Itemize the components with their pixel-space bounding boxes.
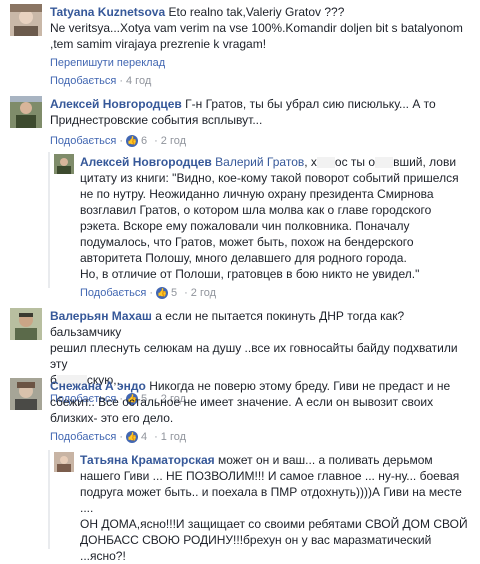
reply-thread-line <box>48 152 50 288</box>
comment-text-line: рэкета. Вскоре ему пожаловали чин полков… <box>80 219 410 233</box>
avatar[interactable] <box>10 378 42 410</box>
comment-author[interactable]: Алексей Новгородцев <box>50 97 182 111</box>
comment-text-line: нашего Гиви ... НЕ ПОЗВОЛИМ!!! И самое г… <box>80 469 460 483</box>
comment-text-line: авторитета Полошу, много делавшего для р… <box>80 251 407 265</box>
comment-author[interactable]: Снежана А эндо <box>50 379 146 393</box>
avatar-image <box>10 378 42 410</box>
timestamp[interactable]: 2 год <box>161 133 186 149</box>
comment-text: , х <box>304 155 317 169</box>
comment-text-line: ...ясно?! <box>80 549 126 563</box>
comment-text-line: Приднестровские события всплывут... <box>50 113 263 127</box>
comment-text-line: подумалось, что Гратов, может быть, похо… <box>80 235 414 249</box>
thumbs-up-icon: 👍 <box>126 431 138 443</box>
timestamp[interactable]: 2 год <box>191 285 216 301</box>
separator: · <box>154 431 158 443</box>
redacted-mark <box>316 157 335 169</box>
avatar[interactable] <box>54 452 74 472</box>
avatar-image <box>10 308 42 340</box>
like-button[interactable]: Подобається <box>50 429 116 445</box>
separator: · <box>184 287 188 299</box>
separator: · <box>119 431 123 443</box>
comment-text: вший, лови <box>393 155 457 169</box>
comment-text-line: возглавил Гратов, о котором шла молва ка… <box>80 203 432 217</box>
avatar-image <box>10 4 42 36</box>
comment-text-line: решил плеснуть селюкам на душу ..все их … <box>50 341 458 371</box>
comment-text-line: близких- это его дело. <box>50 411 174 425</box>
comment-author[interactable]: Tatyana Kuznetsova <box>50 5 165 19</box>
like-count[interactable]: 4 <box>141 429 147 445</box>
comment-text-line: ОН ДОМА,ясно!!!И защищает со своими ребя… <box>80 517 468 531</box>
timestamp[interactable]: 1 год <box>161 429 186 445</box>
comment-author[interactable]: Валерьян Махаш <box>50 309 152 323</box>
comment-text-line: сбежит.. Все остальное не имеет значение… <box>50 395 434 409</box>
comment-text-line: Но, в отличие от Полоши, гратовцев в бою… <box>80 267 420 281</box>
thumbs-up-icon: 👍 <box>126 135 138 147</box>
comment-text: ос ты о <box>334 155 376 169</box>
avatar[interactable] <box>54 154 74 174</box>
like-button[interactable]: Подобається <box>50 133 116 149</box>
comment-aleksey-1: Алексей Новгородцев Г-н Гратов, ты бы уб… <box>10 96 470 148</box>
comment-author[interactable]: Татьяна Краматорская <box>80 453 215 467</box>
like-count[interactable]: 6 <box>141 133 147 149</box>
comment-text-line: не по нутру. Неожиданно личную охрану пр… <box>80 187 434 201</box>
comment-text: Eto realno tak,Valeriy Gratov ??? <box>168 5 345 19</box>
avatar[interactable] <box>10 96 42 128</box>
comment-text-line: ДОНБАСС СВОЮ РОДИНУ!!!брехун он у вас ма… <box>80 533 432 547</box>
separator: · <box>119 75 123 87</box>
avatar-image <box>10 96 42 128</box>
comment-tatyana-kuznetsova: Tatyana Kuznetsova Eto realno tak,Valeri… <box>10 4 470 88</box>
comment-text: может он и ваш... а поливать дерьмом <box>218 453 433 467</box>
comment-text-line: подруга может быть.. и поехала в ПМР отд… <box>80 485 462 515</box>
thumbs-up-icon: 👍 <box>156 287 168 299</box>
redacted-mark <box>375 157 394 169</box>
like-button[interactable]: Подобається <box>80 285 146 301</box>
reply-thread-line <box>48 450 50 549</box>
separator: · <box>119 135 123 147</box>
mention-link[interactable]: Валерий Гратов <box>215 155 304 169</box>
comment-aleksey-reply: Алексей Новгородцев Валерий Гратов, х ос … <box>54 154 474 300</box>
comment-text-line: цитату из книги: "Видно, кое-кому такой … <box>80 171 459 185</box>
separator: · <box>154 135 158 147</box>
timestamp[interactable]: 4 год <box>126 73 151 89</box>
comment-author[interactable]: Алексей Новгородцев <box>80 155 212 169</box>
like-button[interactable]: Подобається <box>50 73 116 89</box>
avatar[interactable] <box>10 308 42 340</box>
comment-text: Никогда не поверю этому бреду. Гиви не п… <box>149 379 451 393</box>
separator: · <box>149 287 153 299</box>
avatar-image <box>54 154 74 174</box>
comment-text-line: ,tem samim virajaya prezrenie k vragam! <box>50 37 267 51</box>
comments-feed: Tatyana Kuznetsova Eto realno tak,Valeri… <box>0 0 480 563</box>
avatar-image <box>54 452 74 472</box>
comment-tatyana-kramatorskaya: Татьяна Краматорская может он и ваш... а… <box>54 452 474 564</box>
comment-snezhana: Снежана А эндо Никогда не поверю этому б… <box>10 378 470 444</box>
comment-text-line: Ne veritsya...Xotya vam verim na vse 100… <box>50 21 463 35</box>
comment-text: Г-н Гратов, ты бы убрал сию писюльку... … <box>185 97 436 111</box>
avatar[interactable] <box>10 4 42 36</box>
see-translation-link[interactable]: Перепишути переклад <box>50 55 470 71</box>
like-count[interactable]: 5 <box>171 285 177 301</box>
